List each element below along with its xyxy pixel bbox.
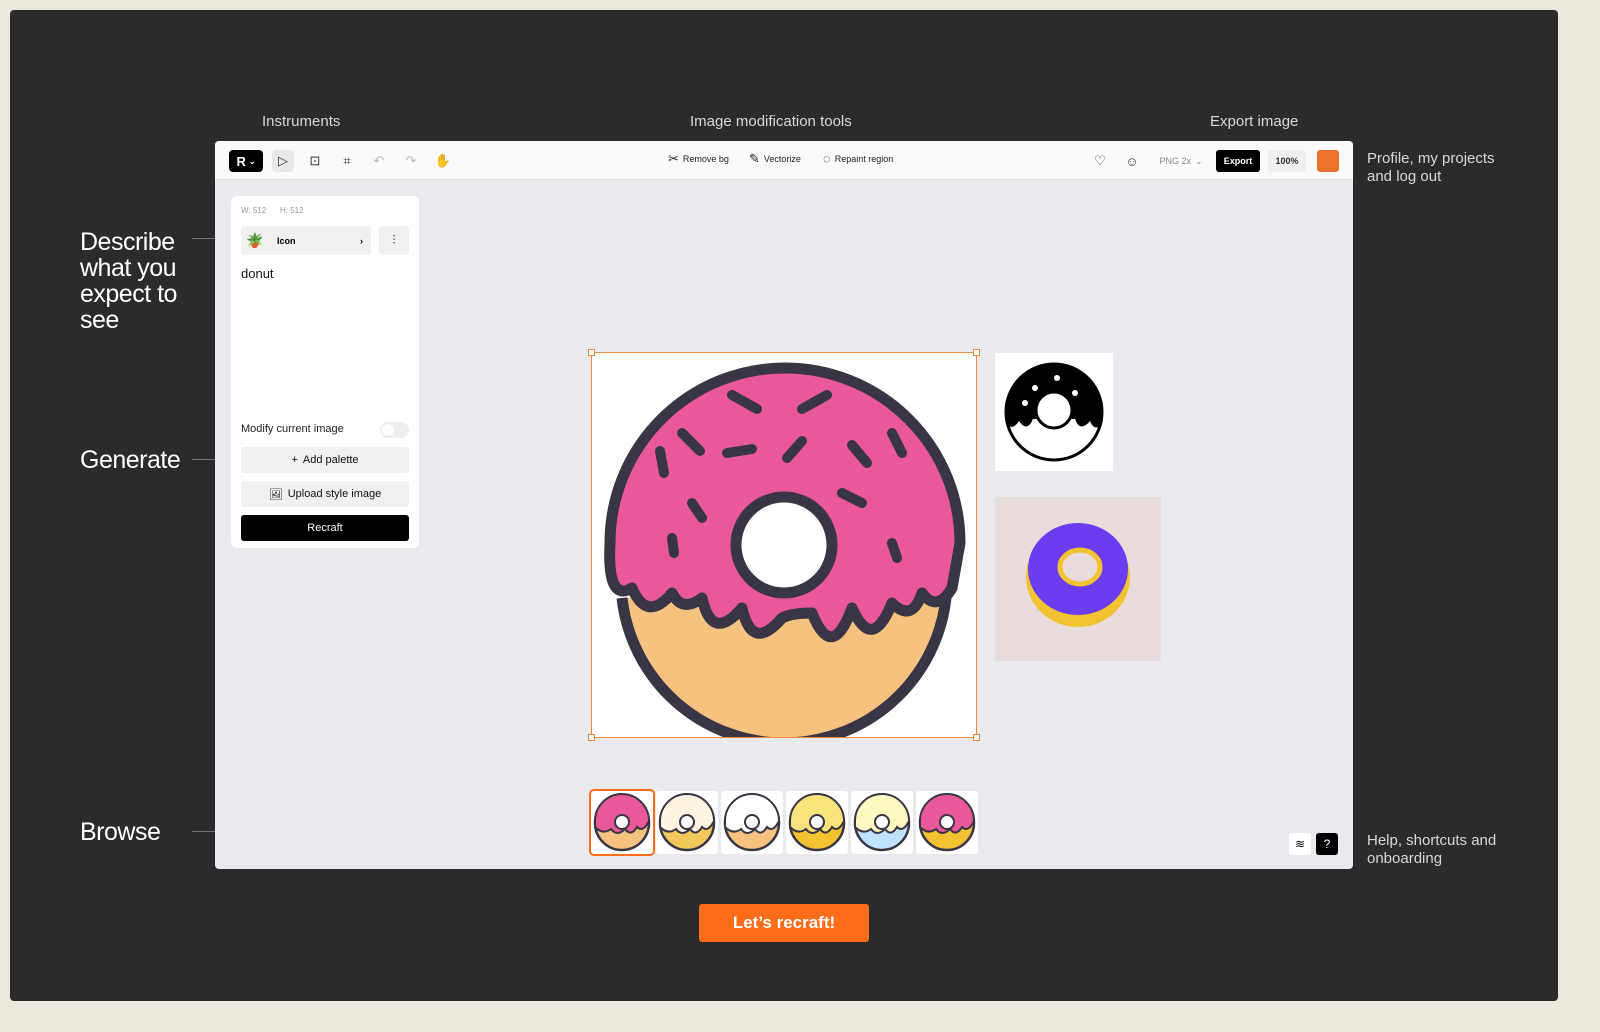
chevron-down-icon: ⌄ <box>248 156 256 166</box>
label-profile: Profile, my projects and log out <box>1367 150 1495 185</box>
question-icon: ? <box>1323 837 1331 851</box>
style-selector[interactable]: 🪴 Icon › <box>241 226 371 255</box>
logo-menu-button[interactable]: R ⌄ <box>229 150 263 172</box>
add-palette-label: Add palette <box>302 454 359 466</box>
style-label: Icon <box>277 235 296 246</box>
donut-thumbnail-icon <box>593 793 651 852</box>
label-help: Help, shortcuts and onboarding <box>1367 832 1497 867</box>
bw-donut-illustration <box>1004 362 1104 462</box>
resize-handle[interactable] <box>588 734 595 741</box>
thumbnail-2[interactable] <box>656 791 718 854</box>
vectorize-label: Vectorize <box>763 154 801 164</box>
label-export: Export image <box>1210 113 1299 130</box>
hand-icon: ✋ <box>434 153 452 168</box>
label-browse: Browse <box>80 818 161 846</box>
face-icon: ☺ <box>1125 153 1139 169</box>
donut-thumbnail-icon <box>853 793 911 852</box>
app-window: R ⌄ ▷ ⊡ ⌗ ↶ ↷ ✋ ✂ Remove bg ✎ Vectorize ◌ Re… <box>215 141 1353 869</box>
lets-recraft-button[interactable]: Let’s recraft! <box>699 904 869 942</box>
settings-button[interactable]: ⫶ <box>379 226 409 255</box>
sliders-icon: ⫶ <box>392 233 396 247</box>
favorite-button[interactable]: ♡ <box>1089 150 1111 172</box>
vector-donut-image[interactable] <box>995 353 1113 471</box>
label-modification-tools: Image modification tools <box>690 113 852 130</box>
prompt-input[interactable]: donut <box>241 266 409 411</box>
scissors-icon: ✂ <box>668 151 679 166</box>
donut-thumbnail-icon <box>918 793 976 852</box>
help-button[interactable]: ? <box>1316 833 1338 855</box>
purple-donut-illustration <box>1026 523 1130 627</box>
layers-icon: ≋ <box>1294 837 1306 851</box>
label-instruments: Instruments <box>262 113 341 130</box>
realistic-donut-image[interactable] <box>995 497 1161 661</box>
zoom-level[interactable]: 100% <box>1268 150 1306 172</box>
toolbar: R ⌄ ▷ ⊡ ⌗ ↶ ↷ ✋ ✂ Remove bg ✎ Vectorize ◌ Re… <box>215 141 1353 180</box>
donut-thumbnail-icon <box>788 793 846 852</box>
resize-handle[interactable] <box>973 734 980 741</box>
image-upload-icon: 🖼 <box>268 488 283 501</box>
add-frame-tool[interactable]: ⊡ <box>304 150 326 172</box>
prompt-panel: W: 512 H: 512 🪴 Icon › ⫶ donut Modify cu… <box>231 196 419 548</box>
plus-icon: + <box>291 454 298 466</box>
main-canvas-image[interactable] <box>588 349 980 749</box>
lasso-icon: ◌ <box>823 151 831 166</box>
modify-toggle[interactable] <box>380 422 409 438</box>
resize-handle[interactable] <box>588 349 595 356</box>
thumbnail-3[interactable] <box>721 791 783 854</box>
repaint-region-label: Repaint region <box>834 153 894 164</box>
vectorize-icon: ✎ <box>749 151 760 166</box>
add-palette-button[interactable]: + Add palette <box>241 447 409 473</box>
chevron-down-icon: ⌄ <box>1194 155 1203 166</box>
heart-icon: ♡ <box>1094 153 1106 168</box>
pointer-icon: ▷ <box>278 153 288 168</box>
donut-thumbnail-icon <box>723 793 781 852</box>
undo-button[interactable]: ↶ <box>368 150 390 172</box>
repaint-region-button[interactable]: ◌ Repaint region <box>823 151 893 166</box>
add-frame-icon: ⊡ <box>309 153 321 168</box>
donut-thumbnail-icon <box>658 793 716 852</box>
label-describe: Describe what you expect to see <box>80 228 177 334</box>
redo-button[interactable]: ↷ <box>400 150 422 172</box>
layers-button[interactable]: ≋ <box>1289 833 1311 855</box>
redo-icon: ↷ <box>405 153 417 168</box>
logo-icon: R <box>236 153 246 169</box>
remove-bg-button[interactable]: ✂ Remove bg <box>668 151 729 167</box>
plant-pot-icon: 🪴 <box>246 232 264 248</box>
thumbnail-5[interactable] <box>851 791 913 854</box>
format-dropdown[interactable]: PNG 2x ⌄ <box>1155 150 1207 172</box>
width-value: W: 512 <box>241 206 267 215</box>
crop-tool[interactable]: ⌗ <box>336 150 358 172</box>
crop-icon: ⌗ <box>343 153 351 168</box>
export-button[interactable]: Export <box>1216 150 1260 172</box>
thumbnail-1[interactable] <box>589 789 655 856</box>
format-value: PNG 2x <box>1159 156 1191 166</box>
hand-tool[interactable]: ✋ <box>432 150 454 172</box>
thumbnail-4[interactable] <box>786 791 848 854</box>
chevron-right-icon: › <box>360 235 363 246</box>
modify-label: Modify current image <box>241 423 344 435</box>
donut-illustration <box>604 362 966 749</box>
remove-bg-label: Remove bg <box>682 154 729 164</box>
upload-style-label: Upload style image <box>287 488 382 500</box>
recraft-button[interactable]: Recraft <box>241 515 409 541</box>
profile-avatar[interactable] <box>1317 150 1339 172</box>
undo-icon: ↶ <box>373 153 385 168</box>
resize-handle[interactable] <box>973 349 980 356</box>
vectorize-button[interactable]: ✎ Vectorize <box>749 151 801 167</box>
face-button[interactable]: ☺ <box>1121 150 1143 172</box>
upload-style-button[interactable]: 🖼 Upload style image <box>241 481 409 507</box>
thumbnail-6[interactable] <box>916 791 978 854</box>
select-tool[interactable]: ▷ <box>272 150 294 172</box>
height-value: H: 512 <box>280 206 304 215</box>
label-generate: Generate <box>80 446 181 474</box>
